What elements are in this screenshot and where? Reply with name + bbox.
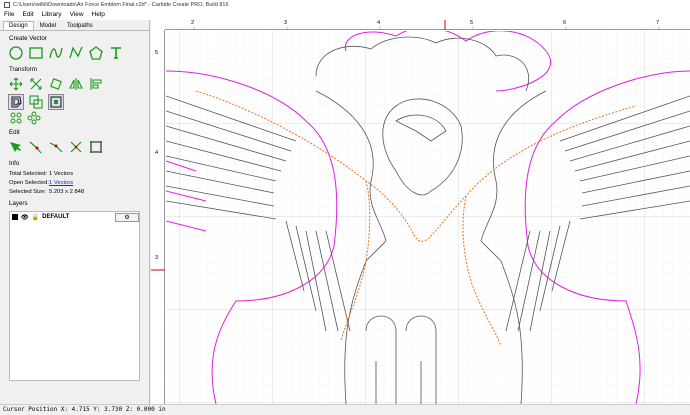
sidebar-tabs: Design Model Toolpaths — [0, 20, 149, 31]
menu-help[interactable]: Help — [92, 11, 105, 18]
menu-view[interactable]: View — [70, 11, 84, 18]
ruler-vertical: 5 4 3 — [151, 30, 165, 404]
status-bar: Cursor Position X: 4.715 Y: 3.730 Z: 0.0… — [0, 404, 690, 414]
weld-icon[interactable] — [9, 111, 23, 125]
section-edit: Edit — [9, 129, 20, 136]
layer-settings-gear-icon[interactable]: ⚙ — [115, 212, 139, 222]
ruler-tick-4: 4 — [377, 20, 381, 26]
selected-size-label: Selected Size: — [9, 188, 47, 195]
ruler-horizontal: 2 3 4 5 6 7 — [165, 20, 690, 30]
menu-edit[interactable]: Edit — [22, 11, 33, 18]
transform-tools-row-2 — [0, 93, 149, 111]
ruler-tick-5: 5 — [470, 20, 474, 26]
app-icon — [4, 1, 10, 8]
section-layers: Layers — [9, 200, 28, 207]
fillet-icon[interactable] — [49, 140, 63, 154]
total-selected-label: Total Selected: — [9, 170, 48, 177]
total-selected-value: 1 Vectors — [49, 170, 74, 177]
transform-tools-row-1 — [0, 75, 149, 93]
menu-file[interactable]: File — [4, 11, 14, 18]
lock-icon[interactable]: 🔓 — [32, 214, 39, 221]
layer-color-swatch[interactable] — [12, 214, 18, 220]
design-canvas[interactable]: 2 3 4 5 6 7 5 4 3 — [151, 20, 690, 404]
circle-tool-icon[interactable] — [9, 46, 23, 60]
open-selected-link[interactable]: 1 Vectors — [49, 180, 73, 186]
rotate-icon[interactable] — [49, 77, 63, 91]
eye-icon[interactable]: 👁 — [21, 214, 29, 221]
layer-row-default[interactable]: 👁 🔓 DEFAULT ⚙ — [10, 212, 139, 222]
ruler-tick-2: 2 — [191, 20, 195, 26]
scale-icon[interactable] — [29, 77, 43, 91]
align-icon[interactable] — [89, 77, 103, 91]
polyline-tool-icon[interactable] — [69, 46, 83, 60]
mirror-icon[interactable] — [69, 77, 83, 91]
polygon-tool-icon[interactable] — [89, 46, 103, 60]
open-selected-label: Open Selected: — [9, 179, 49, 186]
menu-library[interactable]: Library — [42, 11, 62, 18]
ruler-tick-left-5: 5 — [155, 50, 159, 56]
tab-design[interactable]: Design — [3, 21, 34, 30]
ungroup-icon[interactable] — [48, 94, 64, 110]
ruler-tick-left-4: 4 — [155, 150, 159, 156]
info-open-selected: Open Selected: 1 Vectors — [0, 178, 149, 187]
design-sidebar: Design Model Toolpaths Create Vector Tra… — [0, 20, 150, 404]
ruler-tick-6: 6 — [563, 20, 567, 26]
edit-tools — [0, 138, 149, 156]
section-transform: Transform — [9, 66, 37, 73]
info-selected-size: Selected Size: 5.203 x 2.848 — [0, 187, 149, 196]
tab-toolpaths[interactable]: Toolpaths — [62, 22, 98, 30]
section-info: Info — [9, 160, 20, 167]
ruler-tick-left-3: 3 — [155, 255, 159, 261]
bounding-box-icon[interactable] — [89, 140, 103, 154]
boolean-icon[interactable] — [27, 111, 41, 125]
ruler-tick-7: 7 — [656, 20, 660, 26]
ruler-corner — [151, 20, 165, 30]
selected-size-value: 5.203 x 2.848 — [49, 188, 85, 195]
section-create-vector: Create Vector — [9, 35, 47, 42]
menu-bar: File Edit Library View Help — [0, 9, 690, 20]
move-icon[interactable] — [9, 77, 23, 91]
tab-model[interactable]: Model — [35, 22, 61, 30]
emblem-artwork[interactable] — [166, 31, 690, 404]
group-icon[interactable] — [29, 95, 43, 109]
ruler-tick-3: 3 — [284, 20, 288, 26]
window-titlebar: C:\Users\wilbl\Downloads\Air Force Emble… — [0, 0, 690, 9]
layers-list: 👁 🔓 DEFAULT ⚙ — [9, 211, 140, 381]
curve-tool-icon[interactable] — [49, 46, 63, 60]
offset-icon[interactable] — [8, 94, 24, 110]
layer-name: DEFAULT — [42, 214, 70, 220]
boolean-tools — [0, 111, 149, 125]
text-tool-icon[interactable] — [109, 46, 123, 60]
join-icon[interactable] — [29, 140, 43, 154]
drawing-area[interactable] — [166, 31, 690, 404]
create-vector-tools — [0, 44, 149, 62]
node-edit-icon[interactable] — [9, 140, 23, 154]
info-total-selected: Total Selected: 1 Vectors — [0, 169, 149, 178]
trim-icon[interactable] — [69, 140, 83, 154]
window-title: C:\Users\wilbl\Downloads\Air Force Emble… — [13, 1, 229, 8]
rectangle-tool-icon[interactable] — [29, 46, 43, 60]
